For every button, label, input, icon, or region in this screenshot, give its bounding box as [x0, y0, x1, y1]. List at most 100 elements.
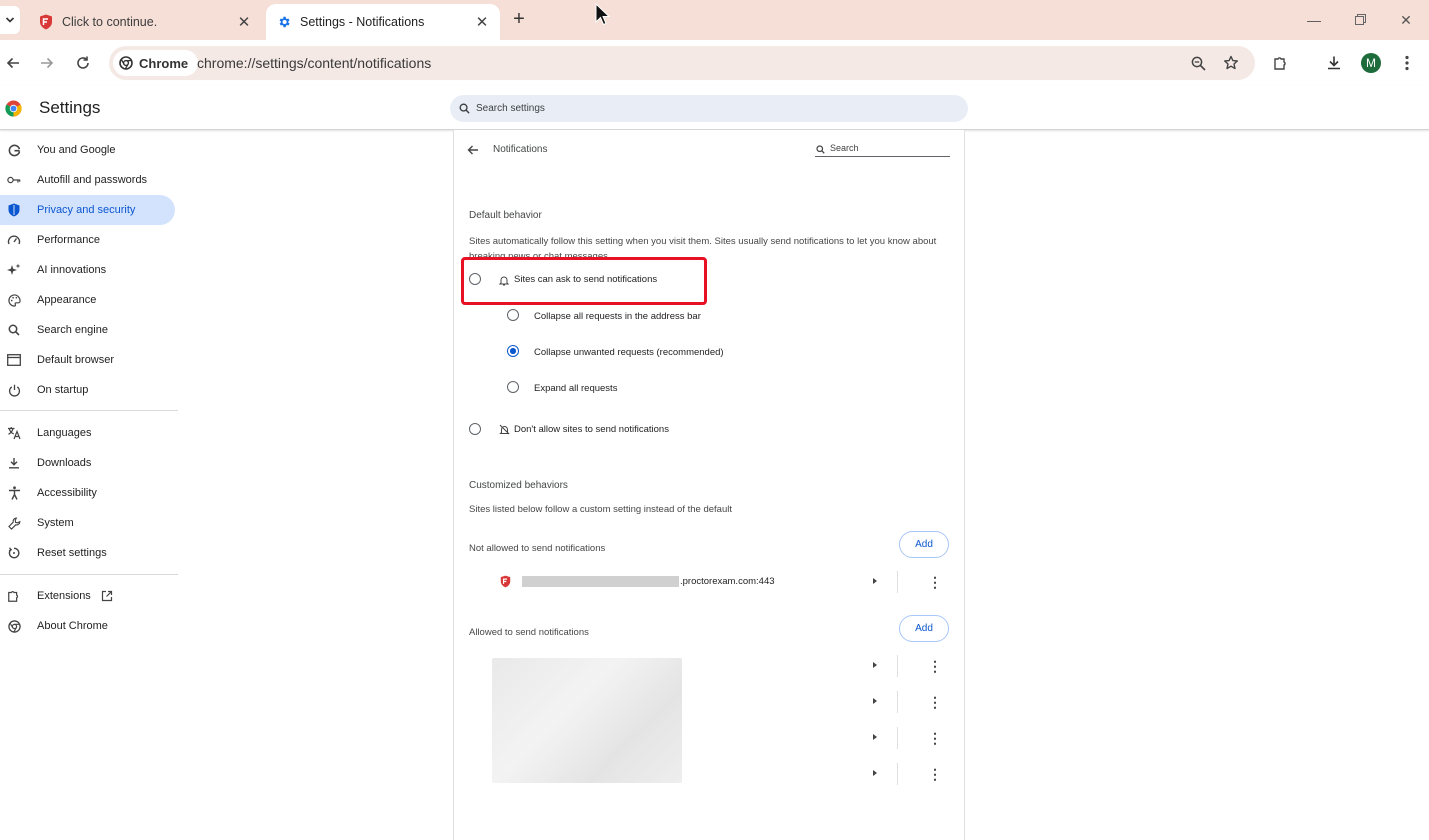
- option-label-expand-all[interactable]: Expand all requests: [534, 383, 617, 394]
- sidebar-item-label: About Chrome: [37, 620, 108, 632]
- palette-icon: [7, 293, 21, 307]
- sidebar-item-performance[interactable]: Performance: [0, 225, 175, 255]
- search-icon: [459, 103, 470, 114]
- chrome-icon: [7, 619, 21, 633]
- radio-collapse-all[interactable]: [507, 309, 519, 321]
- settings-search-input[interactable]: Search settings: [450, 95, 968, 122]
- site-more-actions-icon[interactable]: ⋮: [928, 731, 942, 745]
- sidebar-item-downloads[interactable]: Downloads: [0, 448, 175, 478]
- sidebar-item-label: Autofill and passwords: [37, 174, 148, 186]
- bell-off-icon: [499, 424, 510, 435]
- expand-arrow-icon[interactable]: [873, 662, 877, 668]
- close-tab-icon[interactable]: ✕: [472, 13, 492, 31]
- radio-dont-allow[interactable]: [469, 423, 481, 435]
- add-allowed-site-button[interactable]: Add: [899, 615, 949, 642]
- bookmark-star-icon[interactable]: [1219, 51, 1243, 75]
- option-label-dont-allow[interactable]: Don't allow sites to send notifications: [514, 424, 669, 435]
- chevron-down-icon: [5, 17, 15, 23]
- browser-menu-button[interactable]: [1394, 50, 1420, 76]
- accessibility-icon: [7, 486, 21, 500]
- sidebar-item-appearance[interactable]: Appearance: [0, 285, 175, 315]
- site-more-actions-icon[interactable]: ⋮: [928, 659, 942, 673]
- search-icon: [7, 323, 21, 337]
- customized-behaviors-heading: Customized behaviors: [469, 480, 568, 491]
- sidebar-item-about-chrome[interactable]: About Chrome: [0, 611, 175, 641]
- new-tab-button[interactable]: +: [508, 8, 530, 30]
- address-bar[interactable]: Chrome chrome://settings/content/notific…: [109, 46, 1255, 80]
- sidebar-item-on-startup[interactable]: On startup: [0, 375, 175, 405]
- sidebar-item-label: AI innovations: [37, 264, 107, 276]
- reload-button[interactable]: [70, 50, 96, 76]
- arrow-left-icon: [6, 57, 19, 69]
- sparkle-icon: [7, 263, 21, 277]
- arrow-left-icon: [467, 145, 478, 155]
- sidebar-item-label: System: [37, 517, 74, 529]
- back-button[interactable]: [0, 50, 26, 76]
- site-info-chip[interactable]: Chrome: [113, 50, 199, 76]
- option-label-collapse-all[interactable]: Collapse all requests in the address bar: [534, 311, 701, 322]
- site-host: .proctorexam.com:443: [680, 576, 775, 587]
- restore-icon[interactable]: [1350, 10, 1370, 30]
- sidebar-item-you-and-google[interactable]: You and Google: [0, 135, 175, 165]
- profile-avatar[interactable]: M: [1361, 53, 1381, 73]
- expand-arrow-icon[interactable]: [873, 578, 877, 584]
- sidebar-item-label: Search engine: [37, 324, 108, 336]
- sidebar-item-label: Default browser: [37, 354, 115, 366]
- radio-collapse-unwanted[interactable]: [507, 345, 519, 357]
- shield-icon: [7, 203, 21, 217]
- customized-behaviors-description: Sites listed below follow a custom setti…: [469, 504, 732, 515]
- forward-button[interactable]: [34, 50, 60, 76]
- sidebar-item-privacy-and-security[interactable]: Privacy and security: [0, 195, 175, 225]
- downloads-button[interactable]: [1321, 50, 1347, 76]
- tab-settings-notifications[interactable]: Settings - Notifications ✕: [266, 4, 500, 40]
- extensions-button[interactable]: [1268, 50, 1294, 76]
- allowed-heading: Allowed to send notifications: [469, 627, 589, 638]
- tab-title: Settings - Notifications: [300, 15, 425, 29]
- gear-icon: [276, 14, 292, 30]
- sidebar-item-label: You and Google: [37, 144, 116, 156]
- sidebar-item-default-browser[interactable]: Default browser: [0, 345, 175, 375]
- kebab-menu-icon: [1405, 55, 1409, 71]
- key-icon: [7, 173, 21, 187]
- sidebar-item-extensions[interactable]: Extensions: [0, 581, 175, 611]
- minimize-icon[interactable]: —: [1304, 10, 1324, 30]
- download-icon: [7, 456, 21, 470]
- site-more-actions-icon[interactable]: ⋮: [928, 695, 942, 709]
- sidebar-item-languages[interactable]: Languages: [0, 418, 175, 448]
- redacted-allowed-sites: [492, 658, 682, 783]
- open-in-new-icon: [101, 590, 112, 602]
- zoom-icon[interactable]: [1186, 51, 1210, 75]
- site-more-actions-icon[interactable]: ⋮: [928, 767, 942, 781]
- option-label-collapse-unwanted[interactable]: Collapse unwanted requests (recommended): [534, 347, 724, 358]
- sidebar-item-accessibility[interactable]: Accessibility: [0, 478, 175, 508]
- sidebar-item-autofill[interactable]: Autofill and passwords: [0, 165, 175, 195]
- sidebar-item-label: Privacy and security: [37, 204, 136, 216]
- close-window-icon[interactable]: ✕: [1396, 10, 1416, 30]
- sidebar-item-search-engine[interactable]: Search engine: [0, 315, 175, 345]
- close-tab-icon[interactable]: ✕: [234, 13, 254, 31]
- row-separator: [897, 727, 898, 749]
- sidebar-item-reset-settings[interactable]: Reset settings: [0, 538, 175, 568]
- row-separator: [897, 763, 898, 785]
- site-search-input[interactable]: Search: [815, 143, 950, 157]
- expand-arrow-icon[interactable]: [873, 770, 877, 776]
- reload-icon: [77, 56, 89, 69]
- radio-expand-all[interactable]: [507, 381, 519, 393]
- default-behavior-heading: Default behavior: [469, 210, 542, 221]
- tab-search-button[interactable]: [0, 6, 20, 34]
- sidebar-item-ai-innovations[interactable]: AI innovations: [0, 255, 175, 285]
- url-text: chrome://settings/content/notifications: [197, 55, 432, 71]
- proctor-shield-icon: [500, 575, 511, 588]
- expand-arrow-icon[interactable]: [873, 698, 877, 704]
- add-blocked-site-button[interactable]: Add: [899, 531, 949, 558]
- tab-click-to-continue[interactable]: Click to continue. ✕: [28, 4, 262, 40]
- browser-window-icon: [7, 353, 21, 367]
- back-arrow-button[interactable]: [467, 143, 481, 157]
- arrow-right-icon: [41, 57, 54, 69]
- proctor-shield-icon: [38, 14, 54, 30]
- site-more-actions-icon[interactable]: ⋮: [928, 575, 942, 589]
- sidebar-divider: [0, 574, 178, 575]
- reset-icon: [7, 546, 21, 560]
- expand-arrow-icon[interactable]: [873, 734, 877, 740]
- sidebar-item-system[interactable]: System: [0, 508, 175, 538]
